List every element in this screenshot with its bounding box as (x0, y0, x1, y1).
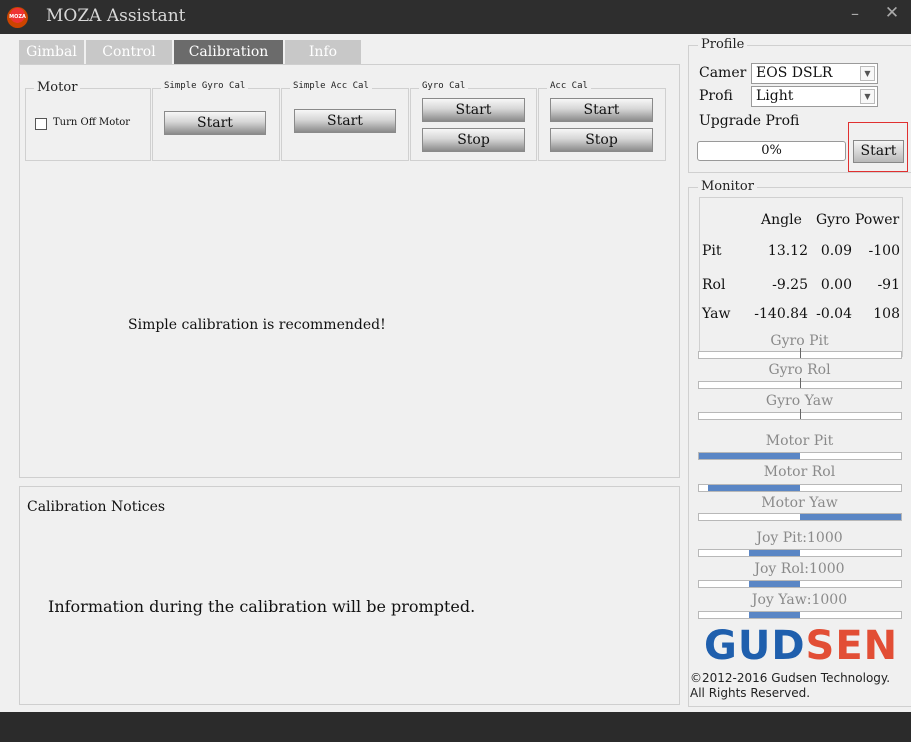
upgrade-start-highlight: Start (848, 122, 908, 172)
profile-select-value: Light (756, 88, 794, 104)
copyright-line-2: All Rights Reserved. (690, 686, 811, 700)
simple-acc-group: Simple Acc Cal Start (281, 81, 409, 161)
simple-gyro-group: Simple Gyro Cal Start (152, 81, 280, 161)
row-yaw-angle: -140.84 (754, 306, 808, 322)
slider-center-tick (800, 378, 801, 388)
gyro-cal-title: Gyro Cal (419, 81, 469, 91)
header-gyro: Gyro (816, 212, 851, 228)
motor-rol-label: Motor Rol (763, 464, 836, 480)
gyro-pit-label: Gyro Pit (770, 333, 829, 349)
slider-fill (800, 514, 901, 520)
calibration-panel: Motor Turn Off Motor Simple Gyro Cal Sta… (19, 64, 680, 478)
gyro-rol-slider (698, 378, 902, 389)
notices-title: Calibration Notices (27, 499, 166, 515)
simple-acc-title: Simple Acc Cal (290, 81, 372, 91)
title-bar: MOZA MOZA Assistant – ✕ (0, 0, 911, 34)
chevron-down-icon: ▼ (860, 89, 875, 104)
upgrade-label: Upgrade Profi (699, 113, 800, 129)
row-yaw-power: 108 (873, 306, 900, 322)
tab-calibration[interactable]: Calibration (174, 40, 283, 64)
motor-rol-slider (698, 484, 902, 492)
profile-select[interactable]: Light ▼ (751, 86, 878, 107)
acc-cal-title: Acc Cal (547, 81, 591, 91)
upgrade-start-button[interactable]: Start (853, 140, 904, 163)
row-rol-angle: -9.25 (772, 277, 808, 293)
joy-rol-slider (698, 580, 902, 588)
gyro-yaw-slider (698, 409, 902, 420)
gyro-cal-start-button[interactable]: Start (422, 98, 525, 122)
turn-off-motor-checkbox[interactable] (35, 118, 47, 130)
slider-fill (708, 485, 800, 491)
gudsen-logo-part-b: SEN (805, 623, 899, 669)
motor-group-title: Motor (34, 80, 81, 95)
row-rol-axis: Rol (702, 277, 726, 293)
status-bar (0, 712, 911, 742)
joy-pit-label: Joy Pit:1000 (756, 530, 843, 546)
joy-yaw-slider (698, 611, 902, 619)
calibration-notices-panel: Calibration Notices Information during t… (19, 486, 680, 705)
camera-select-value: EOS DSLR (756, 65, 833, 81)
motor-yaw-slider (698, 513, 902, 521)
acc-cal-group: Acc Cal Start Stop (538, 81, 666, 161)
motor-pit-slider (698, 452, 902, 460)
profile-title: Profile (698, 37, 748, 52)
row-pit-angle: 13.12 (767, 243, 808, 259)
joy-pit-slider (698, 549, 902, 557)
gudsen-logo-part-a: GUD (704, 623, 806, 669)
header-power: Power (855, 212, 900, 228)
gyro-pit-slider (698, 348, 902, 359)
copyright-line-1: ©2012-2016 Gudsen Technology. (690, 671, 891, 685)
upgrade-progress-bar: 0% (697, 141, 846, 161)
gyro-yaw-label: Gyro Yaw (765, 393, 834, 409)
acc-cal-stop-button[interactable]: Stop (550, 128, 653, 152)
chevron-down-icon: ▼ (860, 66, 875, 81)
slider-center-tick (800, 348, 801, 358)
profile-label: Profi (699, 88, 733, 104)
moza-logo-icon: MOZA (7, 7, 28, 28)
camera-select[interactable]: EOS DSLR ▼ (751, 63, 878, 84)
row-pit-power: -100 (868, 243, 900, 259)
joy-rol-label: Joy Rol:1000 (754, 561, 845, 577)
motor-pit-label: Motor Pit (765, 433, 834, 449)
copyright: ©2012-2016 Gudsen Technology. All Rights… (690, 671, 890, 701)
row-rol-gyro: 0.00 (820, 277, 852, 293)
gyro-rol-label: Gyro Rol (768, 362, 831, 378)
gudsen-logo: GUDSEN (704, 626, 904, 666)
row-yaw-gyro: -0.04 (816, 306, 852, 322)
simple-acc-start-button[interactable]: Start (294, 109, 396, 133)
gyro-cal-group: Gyro Cal Start Stop (410, 81, 537, 161)
simple-gyro-start-button[interactable]: Start (164, 111, 266, 135)
slider-fill (699, 453, 800, 459)
minimize-button[interactable]: – (845, 4, 865, 28)
header-angle: Angle (761, 212, 802, 228)
notices-text: Information during the calibration will … (48, 597, 476, 616)
motor-group: Motor Turn Off Motor (25, 80, 151, 161)
tab-info[interactable]: Info (285, 40, 361, 64)
slider-fill (749, 550, 800, 556)
slider-center-tick (800, 409, 801, 419)
acc-cal-start-button[interactable]: Start (550, 98, 653, 122)
turn-off-motor-label: Turn Off Motor (53, 117, 131, 128)
row-rol-power: -91 (877, 277, 900, 293)
row-yaw-axis: Yaw (702, 306, 731, 322)
slider-fill (749, 612, 800, 618)
joy-yaw-label: Joy Yaw:1000 (751, 592, 848, 608)
simple-gyro-title: Simple Gyro Cal (161, 81, 249, 91)
tab-control[interactable]: Control (86, 40, 172, 64)
close-button[interactable]: ✕ (880, 3, 904, 27)
window-title: MOZA Assistant (46, 6, 186, 26)
row-pit-axis: Pit (702, 243, 722, 259)
row-pit-gyro: 0.09 (820, 243, 852, 259)
tab-gimbal[interactable]: Gimbal (19, 40, 84, 64)
gyro-cal-stop-button[interactable]: Stop (422, 128, 525, 152)
motor-yaw-label: Motor Yaw (761, 495, 838, 511)
camera-label: Camer (699, 65, 747, 81)
monitor-title: Monitor (698, 179, 757, 194)
calibration-message: Simple calibration is recommended! (128, 317, 386, 333)
slider-fill (749, 581, 800, 587)
